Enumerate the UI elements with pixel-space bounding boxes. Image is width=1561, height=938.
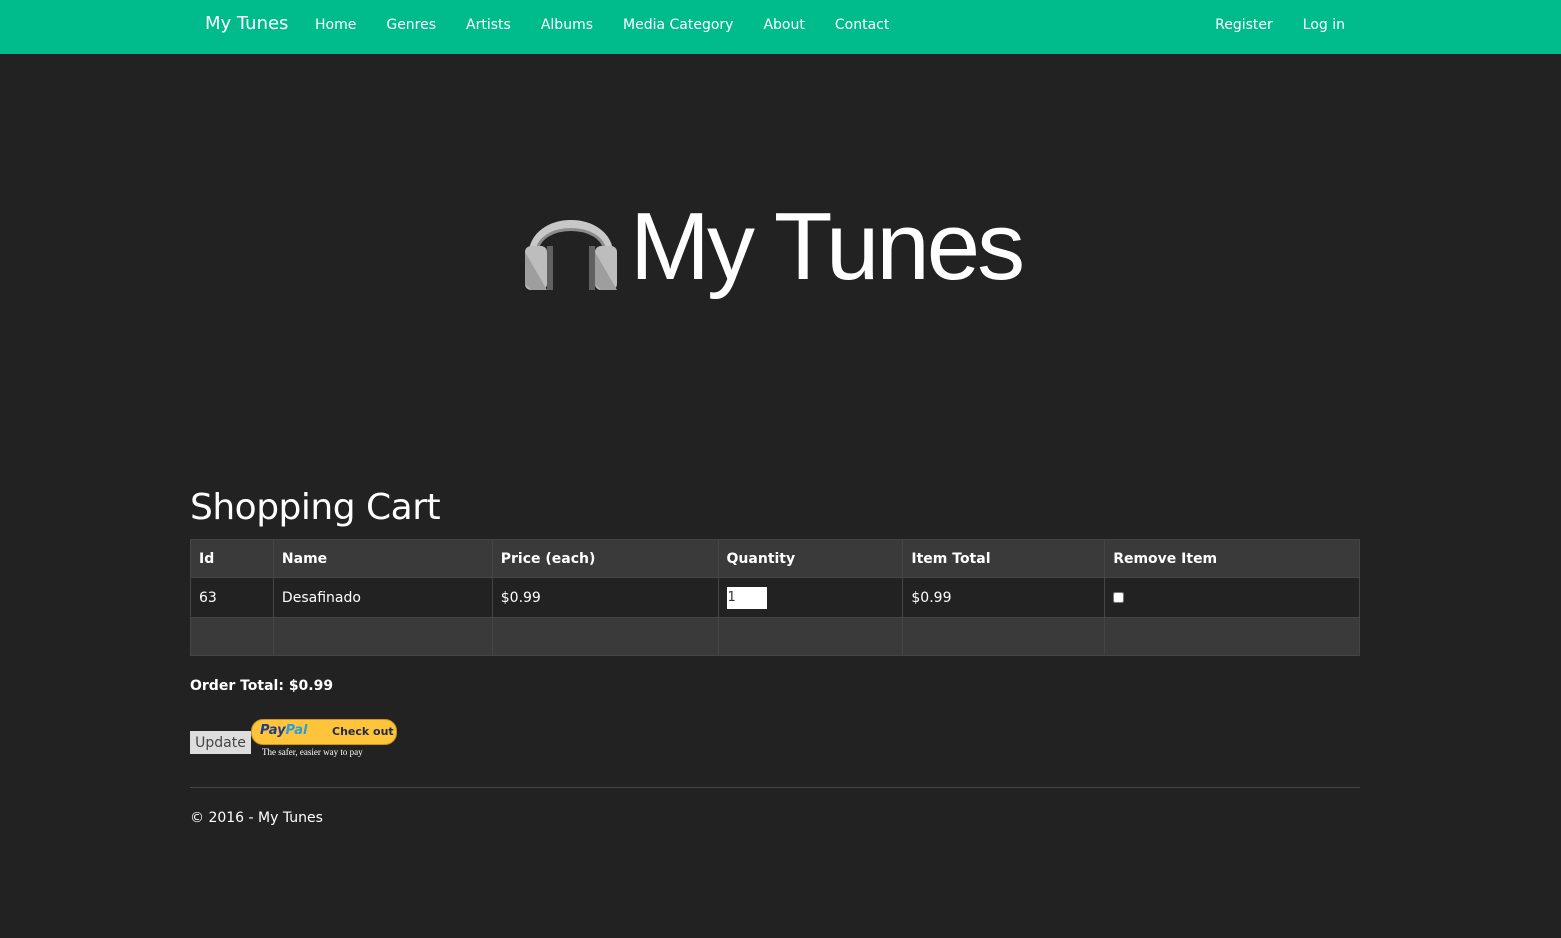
paypal-tagline: The safer, easier way to pay (262, 747, 363, 757)
footer-divider (190, 787, 1360, 788)
empty-cell (902, 617, 1106, 656)
nav-artists[interactable]: Artists (451, 16, 526, 34)
table-header-row: Id Name Price (each) Quantity Item Total… (190, 539, 1360, 578)
nav-links: Home Genres Artists Albums Media Categor… (300, 16, 904, 34)
update-button[interactable]: Update (190, 731, 251, 754)
column-header-item-total: Item Total (902, 539, 1106, 578)
cell-id: 63 (190, 577, 274, 618)
cell-name: Desafinado (272, 577, 493, 618)
empty-cell (491, 617, 719, 656)
column-header-remove-item: Remove Item (1104, 539, 1360, 578)
footer-copyright: © 2016 - My Tunes (190, 810, 323, 826)
page-title: Shopping Cart (190, 487, 441, 528)
column-header-id: Id (190, 539, 274, 578)
column-header-price: Price (each) (491, 539, 719, 578)
quantity-input[interactable] (726, 586, 767, 609)
cell-price: $0.99 (491, 577, 719, 618)
cart-table: Id Name Price (each) Quantity Item Total… (190, 539, 1360, 656)
nav-about[interactable]: About (748, 16, 819, 34)
cell-remove (1104, 577, 1360, 618)
empty-cell (272, 617, 493, 656)
column-header-name: Name (272, 539, 493, 578)
paypal-logo: PayPal (260, 723, 307, 738)
headphones-icon (525, 220, 617, 290)
table-footer-row (190, 617, 1360, 656)
cell-quantity (717, 577, 904, 618)
nav-genres[interactable]: Genres (371, 16, 451, 34)
hero-title: My Tunes (630, 193, 1025, 300)
paypal-logo-pal: Pal (285, 723, 308, 738)
nav-login[interactable]: Log in (1288, 16, 1360, 34)
empty-cell (717, 617, 904, 656)
nav-albums[interactable]: Albums (526, 16, 608, 34)
table-row: 63 Desafinado $0.99 $0.99 (190, 577, 1360, 618)
nav-contact[interactable]: Contact (820, 16, 904, 34)
paypal-checkout-label: Check out (332, 725, 394, 738)
paypal-logo-pay: Pay (260, 723, 286, 738)
order-total: Order Total: $0.99 (190, 678, 334, 694)
hero-banner: My Tunes (520, 190, 1040, 310)
brand-link[interactable]: My Tunes (205, 13, 288, 34)
column-header-quantity: Quantity (717, 539, 904, 578)
nav-home[interactable]: Home (300, 16, 371, 34)
empty-cell (190, 617, 274, 656)
nav-media-category[interactable]: Media Category (608, 16, 748, 34)
nav-account-links: Register Log in (1200, 16, 1360, 34)
paypal-checkout-button[interactable]: PayPal Check out The safer, easier way t… (251, 719, 397, 761)
navbar: My Tunes Home Genres Artists Albums Medi… (0, 0, 1561, 54)
empty-cell (1104, 617, 1360, 656)
paypal-pill: PayPal Check out (251, 719, 397, 745)
nav-register[interactable]: Register (1200, 16, 1288, 34)
remove-item-checkbox[interactable] (1113, 592, 1125, 603)
cell-item-total: $0.99 (902, 577, 1106, 618)
